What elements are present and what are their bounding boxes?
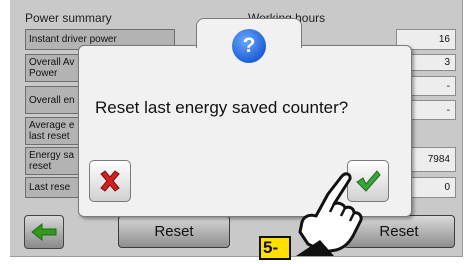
step-badge: 5- xyxy=(259,236,291,260)
question-icon: ? xyxy=(232,29,266,63)
back-button[interactable] xyxy=(24,215,64,249)
pointing-hand-icon xyxy=(296,172,363,256)
cancel-button[interactable] xyxy=(89,160,131,202)
dialog-message: Reset last energy saved counter? xyxy=(95,98,349,117)
cancel-x-icon xyxy=(100,170,120,192)
back-arrow-icon xyxy=(31,222,57,242)
power-summary-header: Power summary xyxy=(25,11,112,25)
reset-button-left[interactable]: Reset xyxy=(118,215,230,248)
hmi-screen: Power summary Working hours Instant driv… xyxy=(10,0,463,257)
